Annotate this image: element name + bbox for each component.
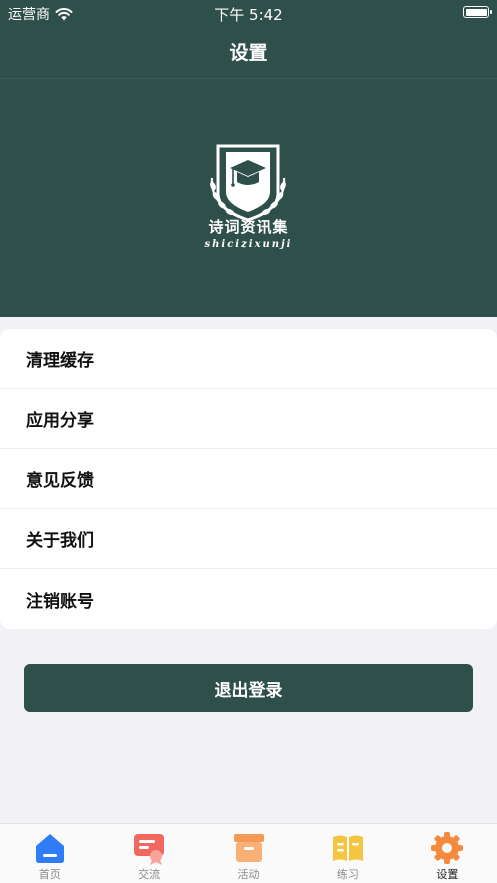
- book-icon: [332, 835, 363, 861]
- battery-icon: [463, 6, 492, 18]
- box-icon: [233, 834, 264, 862]
- menu-item-about-us[interactable]: 关于我们: [0, 509, 497, 569]
- home-icon: [35, 834, 64, 863]
- tab-label: 设置: [436, 868, 459, 881]
- header: 运营商 下午 5:42 设置 诗词资讯集 shicizixunji: [0, 0, 497, 317]
- tab-label: 练习: [336, 868, 359, 881]
- gear-icon: [431, 832, 464, 864]
- tab-home[interactable]: 首页: [0, 824, 99, 883]
- chat-icon: [134, 834, 165, 865]
- status-time: 下午 5:42: [214, 6, 283, 24]
- status-bar: 运营商 下午 5:42: [0, 0, 497, 26]
- menu-item-clear-cache[interactable]: 清理缓存: [0, 329, 497, 389]
- tab-label: 交流: [138, 868, 161, 881]
- tab-label: 活动: [237, 868, 260, 881]
- tab-label: 首页: [38, 868, 61, 881]
- logo-title: 诗词资讯集: [208, 218, 289, 236]
- menu-item-share-app[interactable]: 应用分享: [0, 389, 497, 449]
- logo-subtitle: shicizixunji: [204, 239, 293, 250]
- tab-bar: 首页 交流 活动 练习 设置: [0, 823, 497, 883]
- menu-item-feedback[interactable]: 意见反馈: [0, 449, 497, 509]
- tab-activity[interactable]: 活动: [199, 824, 298, 883]
- tab-chat[interactable]: 交流: [99, 824, 198, 883]
- nav-divider: [0, 78, 497, 79]
- menu-item-delete-account[interactable]: 注销账号: [0, 569, 497, 629]
- logout-button[interactable]: 退出登录: [24, 664, 473, 712]
- tab-practice[interactable]: 练习: [298, 824, 397, 883]
- settings-menu: 清理缓存 应用分享 意见反馈 关于我们 注销账号: [0, 329, 497, 629]
- tab-settings[interactable]: 设置: [398, 824, 497, 883]
- page-title: 设置: [229, 42, 268, 64]
